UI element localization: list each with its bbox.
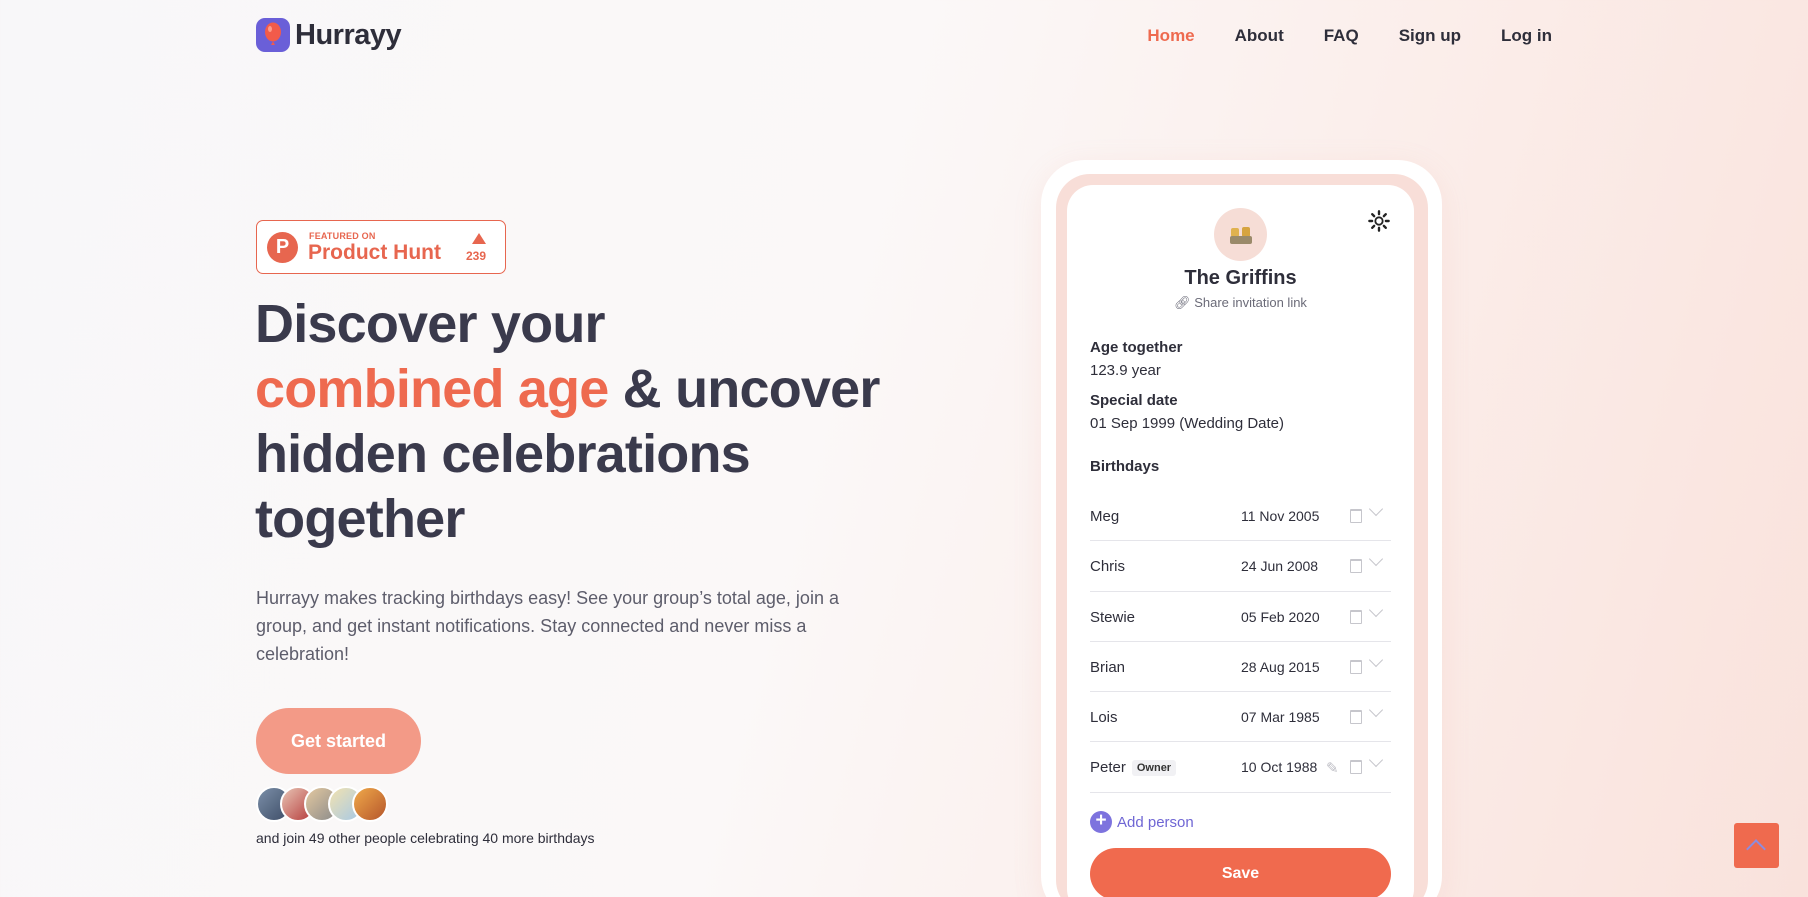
group-avatar [1214, 208, 1267, 261]
scroll-to-top-button[interactable] [1734, 823, 1779, 868]
list-item[interactable]: Chris 24 Jun 2008 [1090, 541, 1391, 592]
person-birthday: 28 Aug 2015 [1241, 658, 1320, 675]
save-button[interactable]: Save [1090, 848, 1391, 897]
hero-headline: Discover your combined age & uncover hid… [255, 292, 895, 552]
site-header: Hurrayy Home About FAQ Sign up Log in [256, 18, 1552, 58]
person-name-wrapper: Peter Owner [1090, 759, 1177, 777]
person-name: Lois [1090, 709, 1118, 727]
special-date-label: Special date [1090, 392, 1178, 409]
avatar [352, 786, 388, 822]
special-date-value: 01 Sep 1999 (Wedding Date) [1090, 415, 1285, 432]
get-started-button[interactable]: Get started [256, 708, 421, 774]
birthday-list: Meg 11 Nov 2005 Chris 24 Jun 2008 Stewie… [1090, 491, 1391, 793]
chevron-down-icon[interactable] [1368, 552, 1384, 567]
pencil-icon[interactable]: ✎ [1326, 759, 1339, 777]
list-item[interactable]: Peter Owner 10 Oct 1988 ✎ [1090, 742, 1391, 793]
list-item[interactable]: Lois 07 Mar 1985 [1090, 692, 1391, 743]
group-name: The Griffins [1184, 267, 1297, 289]
trash-icon[interactable] [1350, 509, 1362, 523]
person-birthday: 07 Mar 1985 [1241, 709, 1320, 726]
list-item[interactable]: Brian 28 Aug 2015 [1090, 642, 1391, 693]
trash-icon[interactable] [1350, 609, 1362, 624]
person-name: Chris [1090, 558, 1126, 576]
share-link-label: Share invitation link [1194, 295, 1307, 310]
link-icon: 🔗︎ [1174, 295, 1191, 310]
person-name: Peter [1090, 759, 1126, 777]
product-hunt-featured-label: FEATURED ON [309, 231, 376, 241]
nav-about[interactable]: About [1235, 26, 1284, 46]
join-text: and join 49 other people celebrating 40 … [256, 830, 595, 846]
owner-badge: Owner [1131, 760, 1177, 777]
chevron-up-icon [1746, 839, 1766, 859]
headline-line-1: Discover your [255, 294, 606, 354]
user-avatars [256, 786, 388, 822]
birthdays-label: Birthdays [1090, 458, 1160, 475]
nav-sign-up[interactable]: Sign up [1399, 26, 1461, 46]
nav-log-in[interactable]: Log in [1501, 26, 1552, 46]
chevron-down-icon[interactable] [1368, 501, 1384, 517]
trash-icon[interactable] [1350, 559, 1362, 574]
brand-name: Hurrayy [295, 18, 402, 51]
nav-faq[interactable]: FAQ [1324, 26, 1359, 46]
person-birthday: 05 Feb 2020 [1241, 608, 1320, 625]
headline-accent: combined age [255, 359, 609, 419]
trash-icon[interactable] [1350, 710, 1362, 725]
person-name: Brian [1090, 658, 1126, 676]
product-hunt-logo-icon: P [267, 232, 298, 263]
product-hunt-badge[interactable]: P FEATURED ON Product Hunt 239 [256, 220, 506, 274]
list-item[interactable]: Stewie 05 Feb 2020 [1090, 592, 1391, 642]
age-together-label: Age together [1090, 339, 1183, 356]
nav-home[interactable]: Home [1147, 26, 1194, 46]
headline-line-3: hidden celebrations [255, 424, 751, 484]
person-name: Stewie [1090, 608, 1136, 626]
person-birthday: 11 Nov 2005 [1241, 508, 1320, 524]
person-birthday: 10 Oct 1988 [1241, 759, 1318, 776]
chevron-down-icon[interactable] [1368, 703, 1384, 718]
share-invitation-link[interactable]: 🔗︎ Share invitation link [1067, 295, 1414, 311]
logo[interactable]: Hurrayy [256, 18, 402, 52]
trash-icon[interactable] [1350, 659, 1362, 674]
hero-description: Hurrayy makes tracking birthdays easy! S… [256, 588, 839, 664]
headline-line-2: & uncover [608, 359, 881, 419]
product-hunt-count: 239 [466, 249, 487, 263]
plus-circle-icon: + [1090, 811, 1112, 833]
chevron-down-icon[interactable] [1368, 602, 1384, 617]
add-person-button[interactable]: + Add person [1090, 811, 1194, 833]
product-hunt-name: Product Hunt [308, 241, 441, 264]
age-together-value: 123.9 year [1090, 362, 1161, 379]
list-item[interactable]: Meg 11 Nov 2005 [1090, 491, 1391, 542]
balloon-logo-icon [256, 18, 290, 52]
trash-icon[interactable] [1350, 760, 1362, 775]
upvote-arrow-icon [472, 233, 486, 244]
add-person-label: Add person [1117, 813, 1194, 831]
person-birthday: 24 Jun 2008 [1241, 558, 1319, 575]
chevron-down-icon[interactable] [1368, 652, 1384, 667]
main-nav: Home About FAQ Sign up Log in [1107, 26, 1552, 46]
person-name: Meg [1090, 508, 1120, 525]
chevron-down-icon[interactable] [1368, 753, 1384, 768]
headline-line-4: together [255, 489, 465, 549]
gear-icon[interactable] [1368, 210, 1390, 239]
